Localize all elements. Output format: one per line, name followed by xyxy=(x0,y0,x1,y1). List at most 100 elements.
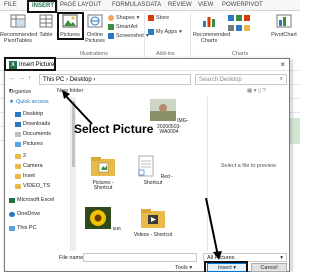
chevron-down-icon: ▾ xyxy=(280,255,283,261)
annotation-arrow-icon xyxy=(205,197,222,260)
highlight-insert-button xyxy=(204,261,248,272)
file-item[interactable]: Pictures - Shortcut xyxy=(83,155,123,192)
store-button[interactable]: Store xyxy=(148,15,169,21)
file-name-input[interactable] xyxy=(83,253,197,262)
address-row: ← → ↑ This PC › Desktop › Search Desktop… xyxy=(7,74,289,85)
shapes-icon xyxy=(108,15,114,21)
tab-file[interactable]: FILE xyxy=(4,2,17,8)
folder-icon xyxy=(15,183,21,189)
group-label-charts: Charts xyxy=(232,51,249,57)
close-icon[interactable]: × xyxy=(280,60,285,69)
recommended-charts-button[interactable]: Recommended Charts xyxy=(193,14,230,44)
folder-icon xyxy=(15,173,21,179)
pie-chart-icon[interactable] xyxy=(244,15,250,21)
highlight-insert-tab xyxy=(27,0,57,13)
computer-icon xyxy=(9,225,15,231)
nav-item-folder-2[interactable]: 2 xyxy=(15,153,26,159)
chevron-down-icon: ▾ xyxy=(179,29,182,35)
excel-icon xyxy=(9,197,15,203)
preview-placeholder: Select a file to preview. xyxy=(220,163,278,169)
table-icon xyxy=(39,14,53,28)
nav-item-camera[interactable]: Camera xyxy=(15,163,43,169)
highlight-dialog-title xyxy=(4,57,56,71)
area-chart-icon[interactable] xyxy=(236,25,242,31)
bar-chart-icon[interactable] xyxy=(228,25,234,31)
grid-line xyxy=(292,60,293,272)
nav-item-documents[interactable]: Documents xyxy=(15,131,51,137)
chevron-down-icon: ▾ xyxy=(136,15,140,21)
download-icon xyxy=(15,121,21,127)
cancel-button[interactable]: Cancel xyxy=(251,263,287,272)
annotation-select-picture: Select Picture xyxy=(74,122,154,136)
smartart-button[interactable]: SmartArt xyxy=(108,24,138,30)
photo-thumbnail-icon xyxy=(149,99,176,121)
nav-item-onedrive[interactable]: OneDrive xyxy=(9,211,40,217)
nav-item-inset[interactable]: Inset xyxy=(15,173,35,179)
file-item[interactable]: sun xyxy=(83,207,123,233)
tab-view[interactable]: VIEW xyxy=(198,2,213,8)
nav-item-desktop[interactable]: Desktop xyxy=(15,111,43,117)
view-options-icon[interactable]: ▦ ▾ ▯ ? xyxy=(247,88,266,94)
desktop-icon xyxy=(15,111,21,117)
nav-item-quick-access[interactable]: ★ Quick access xyxy=(9,99,49,105)
chart-icon xyxy=(203,17,215,27)
file-item[interactable]: Videos - Shortcut xyxy=(133,207,173,238)
highlight-pictures-button xyxy=(57,12,84,40)
nav-item-pictures[interactable]: Pictures xyxy=(15,141,43,147)
group-label-illustrations: Illustrations xyxy=(80,51,108,57)
online-pictures-button[interactable]: Online Pictures xyxy=(84,14,106,44)
column-chart-icon[interactable] xyxy=(228,15,234,21)
file-name-label: File name: xyxy=(59,255,85,261)
screenshot-button[interactable]: Screenshot ▾ xyxy=(108,33,149,39)
cloud-icon xyxy=(9,211,15,217)
tab-page-layout[interactable]: PAGE LAYOUT xyxy=(60,2,101,8)
chart-type-buttons-row-2[interactable] xyxy=(228,25,250,31)
command-bar: Organize ▾ New folder ▦ ▾ ▯ ? xyxy=(7,87,289,96)
tab-data[interactable]: DATA xyxy=(146,2,161,8)
address-bar[interactable]: This PC › Desktop › xyxy=(39,74,191,85)
search-icon: ⌕ xyxy=(279,76,283,82)
up-arrow-icon[interactable]: ↑ xyxy=(28,75,32,82)
tab-formulas[interactable]: FORMULAS xyxy=(112,2,145,8)
table-button[interactable]: Table xyxy=(37,14,55,38)
scatter-chart-icon[interactable] xyxy=(244,25,250,31)
pivot-table-icon xyxy=(10,14,26,28)
nav-item-downloads[interactable]: Downloads xyxy=(15,121,50,127)
folder-shortcut-icon xyxy=(91,157,115,176)
organize-button[interactable]: Organize ▾ xyxy=(9,88,31,95)
excel-ribbon: FILE INSERT PAGE LAYOUT FORMULAS DATA RE… xyxy=(0,0,300,60)
folder-icon xyxy=(15,153,21,159)
smartart-icon xyxy=(108,24,114,30)
online-picture-icon xyxy=(87,14,103,28)
store-icon xyxy=(148,15,154,21)
group-label-addins: Add-ins xyxy=(156,51,175,57)
file-item[interactable]: Red - Shortcut xyxy=(133,155,173,186)
forward-arrow-icon[interactable]: → xyxy=(18,75,25,82)
my-apps-button[interactable]: My Apps ▾ xyxy=(148,29,182,35)
recommended-pivottables-button[interactable]: Recommended PivotTables xyxy=(0,14,37,44)
tab-review[interactable]: REVIEW xyxy=(168,2,192,8)
nav-item-video-ts[interactable]: VIDEO_TS xyxy=(15,183,50,189)
document-icon xyxy=(15,131,21,137)
search-input[interactable]: Search Desktop ⌕ xyxy=(195,74,287,85)
group-separator xyxy=(144,13,145,57)
tab-powerpivot[interactable]: POWERPIVOT xyxy=(222,2,263,8)
chart-type-buttons[interactable] xyxy=(228,15,250,21)
star-icon: ★ xyxy=(9,99,14,105)
pictures-folder-icon xyxy=(15,141,21,147)
pivotchart-button[interactable]: PivotChart xyxy=(268,14,300,38)
nav-item-microsoft-excel[interactable]: Microsoft Excel xyxy=(9,197,54,203)
shapes-button[interactable]: Shapes ▾ xyxy=(108,15,139,21)
apps-icon xyxy=(148,29,154,35)
pivotchart-icon xyxy=(276,14,292,28)
file-item[interactable]: IMG-20200503-WA0004 xyxy=(149,99,189,136)
back-arrow-icon[interactable]: ← xyxy=(9,75,16,82)
folder-icon xyxy=(15,163,21,169)
line-chart-icon[interactable] xyxy=(236,15,242,21)
tools-menu[interactable]: Tools ▾ xyxy=(175,265,192,271)
group-separator xyxy=(190,13,191,57)
flower-image-icon xyxy=(85,207,112,229)
insert-picture-dialog: X Insert Picture × ← → ↑ This PC › Deskt… xyxy=(4,58,290,272)
nav-item-this-pc[interactable]: This PC xyxy=(9,225,37,231)
screenshot-icon xyxy=(108,33,114,39)
